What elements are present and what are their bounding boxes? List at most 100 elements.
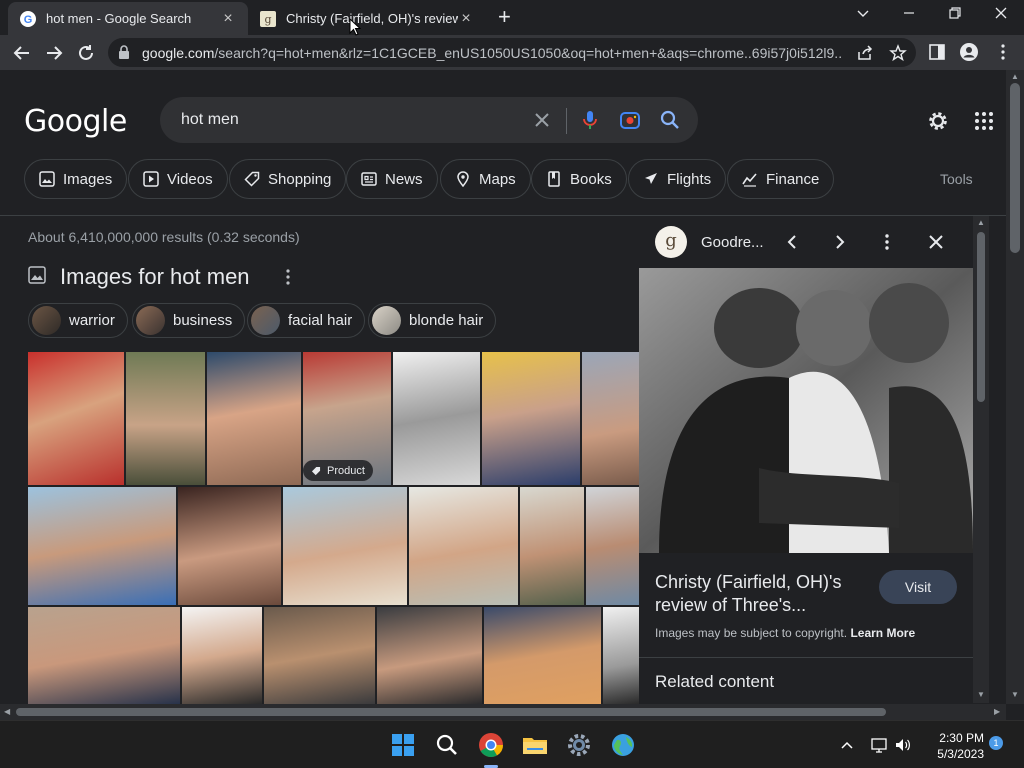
file-explorer-icon[interactable] (521, 731, 549, 759)
result-image[interactable] (484, 607, 601, 704)
address-bar[interactable]: google.com/search?q=hot+men&rlz=1C1GCEB_… (108, 38, 916, 67)
refine-chip-blonde-hair[interactable]: blonde hair (368, 303, 497, 338)
result-image[interactable] (178, 487, 281, 605)
tab-close-icon[interactable]: × (220, 10, 236, 27)
source-name[interactable]: Goodre... (701, 234, 764, 251)
close-icon[interactable] (926, 232, 946, 252)
horizontal-scrollbar[interactable]: ◀ ▶ (0, 704, 1006, 720)
settings-gear-icon[interactable] (565, 731, 593, 759)
taskbar-search-icon[interactable] (433, 731, 461, 759)
chip-maps[interactable]: Maps (440, 159, 531, 199)
globe-app-icon[interactable] (609, 731, 637, 759)
panel-divider (639, 657, 973, 658)
chip-videos[interactable]: Videos (128, 159, 228, 199)
result-image[interactable] (586, 487, 639, 605)
tab-goodreads-review[interactable]: g Christy (Fairfield, OH)'s review of × (248, 2, 486, 35)
chip-shopping[interactable]: Shopping (229, 159, 347, 199)
page-scroll-thumb[interactable] (1010, 83, 1020, 253)
refine-chip-business[interactable]: business (132, 303, 246, 338)
result-image[interactable] (28, 352, 124, 485)
restore-icon[interactable] (948, 6, 962, 20)
tools-button[interactable]: Tools (940, 171, 973, 187)
learn-more-link[interactable]: Learn More (850, 626, 915, 640)
page-scrollbar[interactable]: ▲ ▼ (1006, 70, 1024, 704)
result-image[interactable] (28, 487, 176, 605)
result-image[interactable] (582, 352, 639, 485)
refine-chip-facial-hair[interactable]: facial hair (247, 303, 366, 338)
more-options-icon[interactable] (877, 232, 897, 252)
chip-books[interactable]: Books (531, 159, 627, 199)
browser-toolbar: google.com/search?q=hot+men&rlz=1C1GCEB_… (0, 35, 1024, 70)
side-panel-icon[interactable] (928, 43, 946, 61)
close-window-icon[interactable] (994, 6, 1008, 20)
goodreads-logo[interactable]: g (655, 226, 687, 258)
chrome-icon[interactable] (477, 731, 505, 759)
more-options-icon[interactable] (282, 268, 294, 286)
result-image[interactable] (283, 487, 407, 605)
search-icon[interactable] (658, 108, 682, 132)
search-input[interactable]: hot men (181, 111, 239, 129)
chevron-left-icon[interactable] (782, 232, 802, 252)
forward-arrow-icon[interactable] (43, 42, 65, 64)
new-tab-icon[interactable]: + (498, 6, 511, 28)
chip-finance[interactable]: Finance (727, 159, 835, 199)
google-logo[interactable]: Google (24, 104, 127, 139)
result-image[interactable] (126, 352, 205, 485)
url-text: google.com/search?q=hot+men&rlz=1C1GCEB_… (142, 45, 842, 61)
search-box[interactable]: hot men (160, 97, 698, 143)
network-icon[interactable] (870, 736, 888, 754)
svg-text:g: g (264, 13, 271, 26)
result-image[interactable] (182, 607, 262, 704)
horizontal-scroll-thumb[interactable] (16, 708, 886, 716)
map-pin-icon (457, 171, 469, 187)
notification-badge[interactable]: 1 (989, 736, 1003, 750)
chevron-right-icon[interactable] (830, 232, 850, 252)
menu-kebab-icon[interactable] (994, 43, 1012, 61)
visit-button[interactable]: Visit (879, 570, 957, 604)
gear-icon[interactable] (926, 109, 950, 133)
profile-avatar-icon[interactable] (960, 43, 978, 61)
volume-icon[interactable] (894, 736, 912, 754)
lock-icon[interactable] (118, 45, 130, 59)
result-image[interactable] (393, 352, 480, 485)
windows-start-icon[interactable] (389, 731, 417, 759)
refine-thumb (372, 306, 401, 335)
result-image[interactable] (482, 352, 580, 485)
reload-icon[interactable] (75, 42, 97, 64)
chip-images[interactable]: Images (24, 159, 128, 199)
clear-search-icon[interactable] (530, 108, 554, 132)
result-image[interactable] (409, 487, 518, 605)
screen: G hot men - Google Search × g Christy (F… (0, 0, 1024, 768)
result-image[interactable] (264, 607, 375, 704)
tab-title: Christy (Fairfield, OH)'s review of (286, 11, 458, 26)
result-image[interactable] (377, 607, 482, 704)
chip-flights[interactable]: Flights (628, 159, 727, 199)
tray-chevron-up-icon[interactable] (840, 738, 854, 752)
images-section-heading[interactable]: Images for hot men (60, 264, 250, 290)
chip-news[interactable]: News (346, 159, 438, 199)
back-arrow-icon[interactable] (11, 42, 33, 64)
preview-title[interactable]: Christy (Fairfield, OH)'s review of Thre… (655, 571, 865, 617)
result-image[interactable] (520, 487, 584, 605)
tag-icon (311, 466, 321, 475)
google-apps-icon[interactable] (974, 111, 994, 131)
share-icon[interactable] (856, 44, 874, 62)
minimize-icon[interactable] (902, 6, 916, 20)
preview-image[interactable] (639, 268, 973, 553)
google-favicon-icon: G (20, 10, 36, 27)
refine-chip-warrior[interactable]: warrior (28, 303, 128, 338)
result-image[interactable] (603, 607, 639, 704)
tab-close-icon[interactable]: × (458, 10, 474, 27)
taskbar-clock[interactable]: 2:30 PM 5/3/2023 (920, 730, 984, 762)
result-image[interactable] (28, 607, 180, 704)
lens-camera-icon[interactable] (618, 108, 642, 132)
tab-strip: G hot men - Google Search × g Christy (F… (0, 0, 1024, 35)
result-image[interactable] (207, 352, 301, 485)
bookmark-star-icon[interactable] (889, 44, 907, 62)
tag-icon (244, 171, 260, 187)
panel-scrollbar[interactable]: ▲ ▼ (973, 216, 989, 703)
tab-search-chevron-icon[interactable] (856, 6, 870, 20)
tab-google-search[interactable]: G hot men - Google Search × (8, 2, 248, 35)
panel-scroll-thumb[interactable] (977, 232, 985, 402)
voice-search-icon[interactable] (578, 108, 602, 132)
